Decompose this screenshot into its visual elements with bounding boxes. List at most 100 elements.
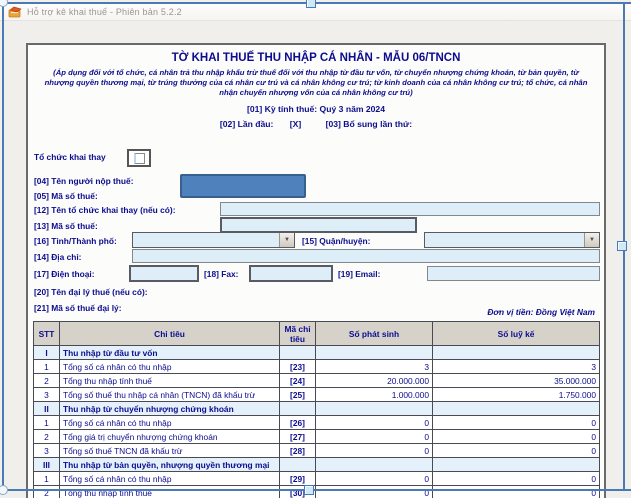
supplement-label: [03] Bổ sung lần thứ: [326,119,412,129]
cell-code: [27] [280,430,316,444]
cell-amount[interactable]: 0 [316,430,433,444]
cell-label: Thu nhập từ bản quyền, nhượng quyền thươ… [60,458,280,472]
phone-input[interactable] [129,265,199,282]
table-row: 1Tổng số cá nhân có thu nhập[29]00 [34,472,600,486]
cell-code: [25] [280,388,316,402]
field-label-15: [15] Quận/huyện: [302,236,370,246]
cell-stt: III [34,458,60,472]
cell-stt: I [34,346,60,360]
cell-cumulative [433,402,600,416]
cell-amount[interactable]: 0 [316,416,433,430]
cell-cumulative[interactable]: 3 [433,360,600,374]
col-header-so-phat-sinh: Số phát sinh [316,322,433,346]
resize-handle-bottom-center[interactable] [304,485,314,495]
screen: Hỗ trợ kê khai thuế - Phiên bản 5.2.2 TỜ… [0,0,631,498]
cell-cumulative[interactable]: 1.750.000 [433,388,600,402]
checkbox-icon [134,153,145,164]
field-label-20: [20] Tên đại lý thuế (nếu có): [34,287,148,297]
org-declare-label: Tổ chức khai thay [34,152,106,162]
field-label-04: [04] Tên người nộp thuế: [34,176,133,186]
resize-handle-top-center[interactable] [306,0,316,8]
cell-label: Tổng số cá nhân có thu nhập [60,360,280,374]
cell-amount[interactable]: 0 [316,472,433,486]
province-dropdown[interactable]: ▼ [132,232,295,248]
cell-stt: 3 [34,444,60,458]
cell-cumulative [433,346,600,360]
col-header-stt: STT [34,322,60,346]
cell-label: Tổng giá trị chuyển nhượng chứng khoán [60,430,280,444]
cell-code: [24] [280,374,316,388]
cell-label: Tổng thu nhập tính thuế [60,374,280,388]
cell-code [280,402,316,416]
cell-code: [29] [280,472,316,486]
table-row: 2Tổng thu nhập tính thuế[24]20.000.00035… [34,374,600,388]
table-row: 1Tổng số cá nhân có thu nhập[23]33 [34,360,600,374]
table-row: 3Tổng số thuế TNCN đã khấu trừ[28]00 [34,444,600,458]
cell-cumulative[interactable]: 0 [433,444,600,458]
cell-cumulative[interactable]: 0 [433,430,600,444]
table-row: IIIThu nhập từ bản quyền, nhượng quyền t… [34,458,600,472]
chevron-down-icon[interactable]: ▼ [279,233,294,247]
district-dropdown[interactable]: ▼ [424,232,600,248]
fax-input[interactable] [249,265,333,282]
tax-period: [01] Kỳ tính thuế: Quý 3 năm 2024 [28,104,604,114]
email-input[interactable] [427,266,600,281]
table-header-row: STT Chỉ tiêu Mã chỉ tiêu Số phát sinh Số… [34,322,600,346]
resize-handle-right-middle[interactable] [617,241,627,251]
cell-stt: 1 [34,416,60,430]
first-time-checkbox-value[interactable]: [X] [290,119,301,129]
field-label-14: [14] Địa chỉ: [34,252,81,262]
table-row: 2Tổng thu nhập tính thuế[30]00 [34,486,600,498]
taxpayer-name-field[interactable] [180,174,306,198]
cell-amount [316,458,433,472]
cell-stt: 3 [34,388,60,402]
col-header-ma-chi-tieu: Mã chỉ tiêu [280,322,316,346]
cell-amount [316,346,433,360]
col-header-chi-tieu: Chỉ tiêu [60,322,280,346]
org-declare-checkbox[interactable] [127,149,151,167]
cell-amount[interactable]: 3 [316,360,433,374]
field-label-12: [12] Tên tổ chức khai thay (nếu có): [34,205,175,215]
cell-cumulative[interactable]: 35.000.000 [433,374,600,388]
selection-border-left [2,2,4,491]
cell-label: Tổng số thuế thu nhập cá nhân (TNCN) đã … [60,388,280,402]
currency-note: Đơn vị tiền: Đồng Việt Nam [487,307,595,317]
field-label-13: [13] Mã số thuế: [34,221,98,231]
selection-border-bottom [0,489,631,491]
cell-amount[interactable]: 0 [316,486,433,498]
table-row: IIThu nhập từ chuyển nhượng chứng khoán [34,402,600,416]
declaration-type-line: [02] Lần đầu: [X] [03] Bổ sung lần thứ: [28,119,604,129]
cell-label: Tổng thu nhập tính thuế [60,486,280,498]
cell-cumulative[interactable]: 0 [433,472,600,486]
cell-stt: 2 [34,430,60,444]
cell-code [280,458,316,472]
form-subtitle: (Áp dụng đối với tổ chức, cá nhân trả th… [42,68,590,98]
declaration-table: STT Chỉ tiêu Mã chỉ tiêu Số phát sinh Số… [33,321,600,498]
org-name-input[interactable] [220,202,600,216]
cell-code [280,346,316,360]
cell-label: Tổng số cá nhân có thu nhập [60,472,280,486]
cell-label: Thu nhập từ đầu tư vốn [60,346,280,360]
cell-amount[interactable]: 20.000.000 [316,374,433,388]
cell-cumulative[interactable]: 0 [433,486,600,498]
cell-code: [23] [280,360,316,374]
table-row: IThu nhập từ đầu tư vốn [34,346,600,360]
cell-cumulative [433,458,600,472]
first-time-label: [02] Lần đầu: [220,119,273,129]
cell-stt: 2 [34,374,60,388]
address-input[interactable] [132,249,600,263]
table-row: 2Tổng giá trị chuyển nhượng chứng khoán[… [34,430,600,444]
cell-amount[interactable]: 1.000.000 [316,388,433,402]
cell-cumulative[interactable]: 0 [433,416,600,430]
window-title: Hỗ trợ kê khai thuế - Phiên bản 5.2.2 [27,7,182,17]
cell-stt: 1 [34,360,60,374]
field-label-16: [16] Tỉnh/Thành phố: [34,236,117,246]
field-label-18: [18] Fax: [204,269,238,279]
cell-amount[interactable]: 0 [316,444,433,458]
field-label-21: [21] Mã số thuế đại lý: [34,303,122,313]
field-label-05: [05] Mã số thuế: [34,191,98,201]
chevron-down-icon[interactable]: ▼ [584,233,599,247]
org-taxcode-input[interactable] [220,217,417,233]
resize-handle-bottom-left[interactable] [0,485,8,495]
col-header-so-luy-ke: Số luỹ kế [433,322,600,346]
